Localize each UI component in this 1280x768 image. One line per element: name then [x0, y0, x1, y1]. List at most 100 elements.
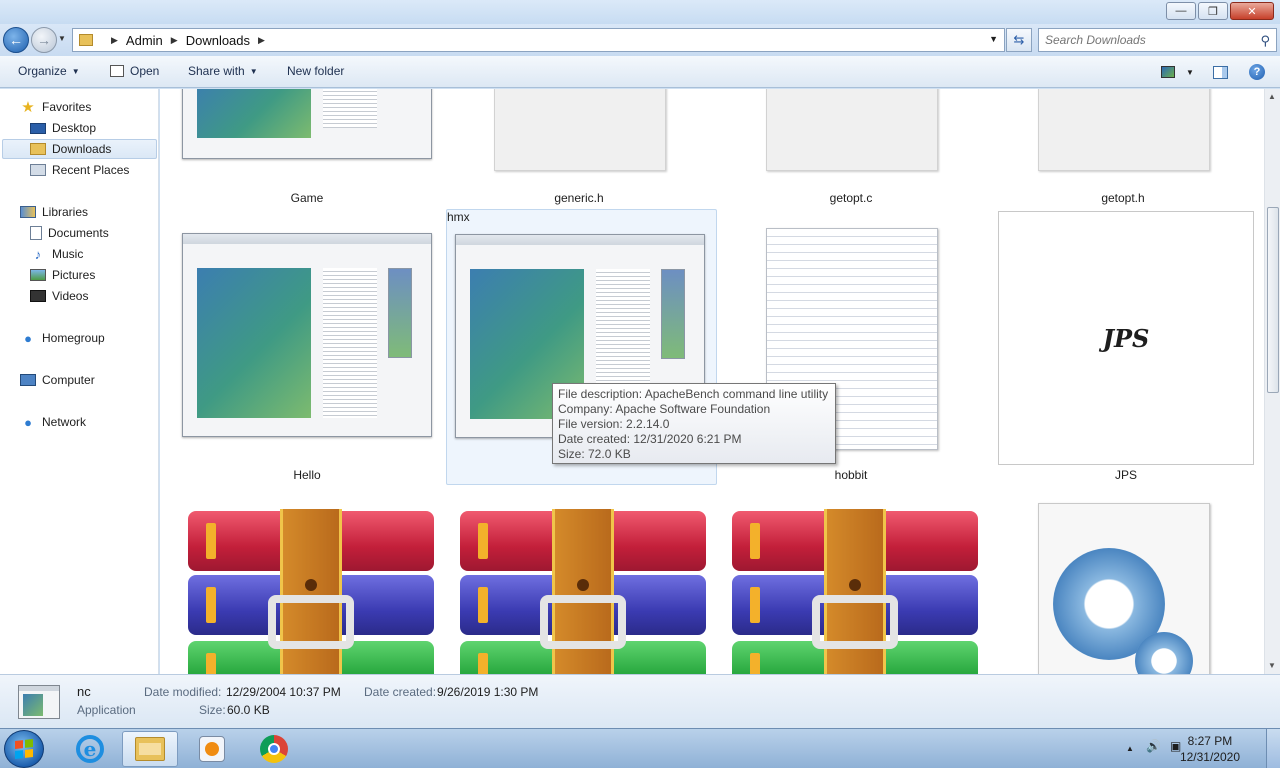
- file-item-winrar-archive[interactable]: [460, 509, 706, 674]
- start-button[interactable]: [4, 730, 44, 768]
- search-input[interactable]: [1045, 33, 1255, 47]
- nav-computer[interactable]: Computer: [20, 370, 95, 390]
- file-item-game[interactable]: Game: [182, 89, 432, 205]
- nav-recent-places[interactable]: Recent Places: [30, 160, 129, 180]
- new-folder-label: New folder: [287, 64, 345, 78]
- nav-pictures[interactable]: Pictures: [30, 265, 95, 285]
- nav-network[interactable]: ● Network: [20, 412, 86, 432]
- nav-homegroup[interactable]: ● Homegroup: [20, 328, 105, 348]
- date-created-value: 9/26/2019 1:30 PM: [437, 685, 539, 699]
- file-item-settings-file[interactable]: [1038, 503, 1210, 674]
- view-options-dropdown[interactable]: ▼: [1178, 62, 1202, 82]
- address-bar[interactable]: ▶ Admin ▶ Downloads ▶ ▼: [72, 28, 1005, 52]
- winrar-archive-icon: [460, 509, 706, 674]
- change-view-button[interactable]: [1156, 62, 1180, 82]
- application-icon: [18, 685, 60, 719]
- file-item-getopt-c[interactable]: getopt.c: [726, 89, 976, 205]
- back-button[interactable]: ←: [3, 27, 29, 53]
- system-clock[interactable]: 8:27 PM 12/31/2020: [1180, 733, 1240, 765]
- chevron-right-icon[interactable]: ▶: [171, 35, 178, 46]
- new-folder-button[interactable]: New folder: [287, 64, 344, 78]
- refresh-button[interactable]: ⇆: [1006, 28, 1032, 52]
- nav-label: Libraries: [42, 205, 89, 219]
- date-created-label: Date created:: [364, 685, 437, 699]
- show-hidden-icons-icon[interactable]: ▲: [1126, 744, 1134, 753]
- selected-file-name: nc: [77, 684, 91, 699]
- file-name: getopt.c: [829, 191, 873, 205]
- close-button[interactable]: ✕: [1230, 2, 1274, 20]
- file-name: JPS: [1114, 468, 1137, 482]
- media-player-icon: [199, 736, 225, 762]
- vertical-scrollbar[interactable]: ▲ ▼: [1264, 89, 1280, 674]
- header-file-icon: [494, 89, 666, 171]
- nav-favorites[interactable]: ★ Favorites: [20, 97, 91, 117]
- pictures-icon: [30, 269, 46, 281]
- recent-places-icon: [30, 164, 46, 176]
- help-button[interactable]: ?: [1245, 62, 1269, 82]
- address-dropdown-icon[interactable]: ▼: [989, 34, 998, 44]
- share-with-button[interactable]: Share with ▼: [188, 64, 258, 78]
- settings-gear-file-icon: [1038, 503, 1210, 674]
- file-item-jps[interactable]: JPS JPS: [998, 211, 1254, 485]
- address-row: ← → ▼ ▶ Admin ▶ Downloads ▶ ▼ ⇆ ⚲: [0, 24, 1280, 56]
- nav-documents[interactable]: Documents: [30, 223, 109, 243]
- details-pane: nc Application Date modified: 12/29/2004…: [0, 674, 1280, 728]
- taskbar: e ▲ 🔊 ▣ 8:27 PM 12/31/2020: [0, 728, 1280, 768]
- file-name: Game: [290, 191, 324, 205]
- preview-pane-icon: [1212, 65, 1228, 79]
- nav-music[interactable]: ♪ Music: [30, 244, 84, 264]
- taskbar-chrome[interactable]: [246, 731, 302, 767]
- tooltip-line: Company: Apache Software Foundation: [558, 402, 771, 416]
- file-item-generic-h[interactable]: generic.h: [454, 89, 704, 205]
- scroll-up-icon[interactable]: ▲: [1268, 92, 1276, 101]
- file-item-winrar-archive[interactable]: [188, 509, 434, 674]
- tooltip-line: Size: 72.0 KB: [558, 447, 631, 461]
- application-thumbnail-icon: [182, 89, 432, 159]
- nav-libraries[interactable]: Libraries: [20, 202, 88, 222]
- search-icon[interactable]: ⚲: [1260, 33, 1270, 49]
- breadcrumb-admin[interactable]: Admin: [126, 33, 163, 48]
- windows-explorer-icon: [135, 737, 165, 761]
- size-value: 60.0 KB: [227, 703, 270, 717]
- organize-button[interactable]: Organize ▼: [18, 64, 80, 78]
- volume-icon[interactable]: 🔊: [1146, 739, 1161, 753]
- scroll-down-icon[interactable]: ▼: [1268, 661, 1276, 670]
- desktop-icon: [30, 122, 46, 134]
- search-box[interactable]: ⚲: [1038, 28, 1277, 52]
- star-icon: ★: [21, 99, 35, 116]
- nav-label: Homegroup: [42, 331, 105, 345]
- scrollbar-thumb[interactable]: [1267, 207, 1279, 393]
- nav-label: Documents: [48, 226, 109, 240]
- windows-logo-icon: [15, 739, 33, 759]
- taskbar-media-player[interactable]: [184, 731, 240, 767]
- nav-desktop[interactable]: Desktop: [30, 118, 96, 138]
- file-item-getopt-h[interactable]: getopt.h: [998, 89, 1248, 205]
- preview-pane-button[interactable]: [1208, 62, 1232, 82]
- nav-videos[interactable]: Videos: [30, 286, 88, 306]
- chevron-right-icon[interactable]: ▶: [258, 35, 265, 46]
- open-button[interactable]: Open: [110, 64, 159, 78]
- file-name: hobbit: [834, 468, 868, 482]
- minimize-button[interactable]: —: [1166, 2, 1196, 20]
- file-item-winrar-archive[interactable]: [732, 509, 978, 674]
- window-controls: — ❐ ✕: [1164, 2, 1274, 20]
- show-desktop-button[interactable]: [1266, 729, 1280, 768]
- winrar-archive-icon: [188, 509, 434, 674]
- nav-downloads[interactable]: Downloads: [2, 139, 157, 159]
- forward-button[interactable]: →: [31, 27, 57, 53]
- chevron-right-icon[interactable]: ▶: [111, 35, 118, 46]
- tooltip-line: File version: 2.2.14.0: [558, 417, 670, 431]
- application-thumbnail-icon: [182, 233, 432, 437]
- chrome-icon: [260, 735, 288, 763]
- file-name: hmx: [447, 210, 470, 224]
- size-label: Size:: [199, 703, 226, 717]
- documents-icon: [30, 226, 42, 240]
- taskbar-internet-explorer[interactable]: e: [62, 731, 118, 767]
- taskbar-windows-explorer[interactable]: [122, 731, 178, 767]
- tooltip-line: File description: ApacheBench command li…: [558, 387, 829, 401]
- restore-button[interactable]: ❐: [1198, 2, 1228, 20]
- c-source-file-icon: [766, 89, 938, 171]
- file-item-hello[interactable]: Hello: [182, 231, 432, 485]
- breadcrumb-downloads[interactable]: Downloads: [186, 33, 250, 48]
- recent-pages-dropdown-icon[interactable]: ▼: [58, 34, 66, 43]
